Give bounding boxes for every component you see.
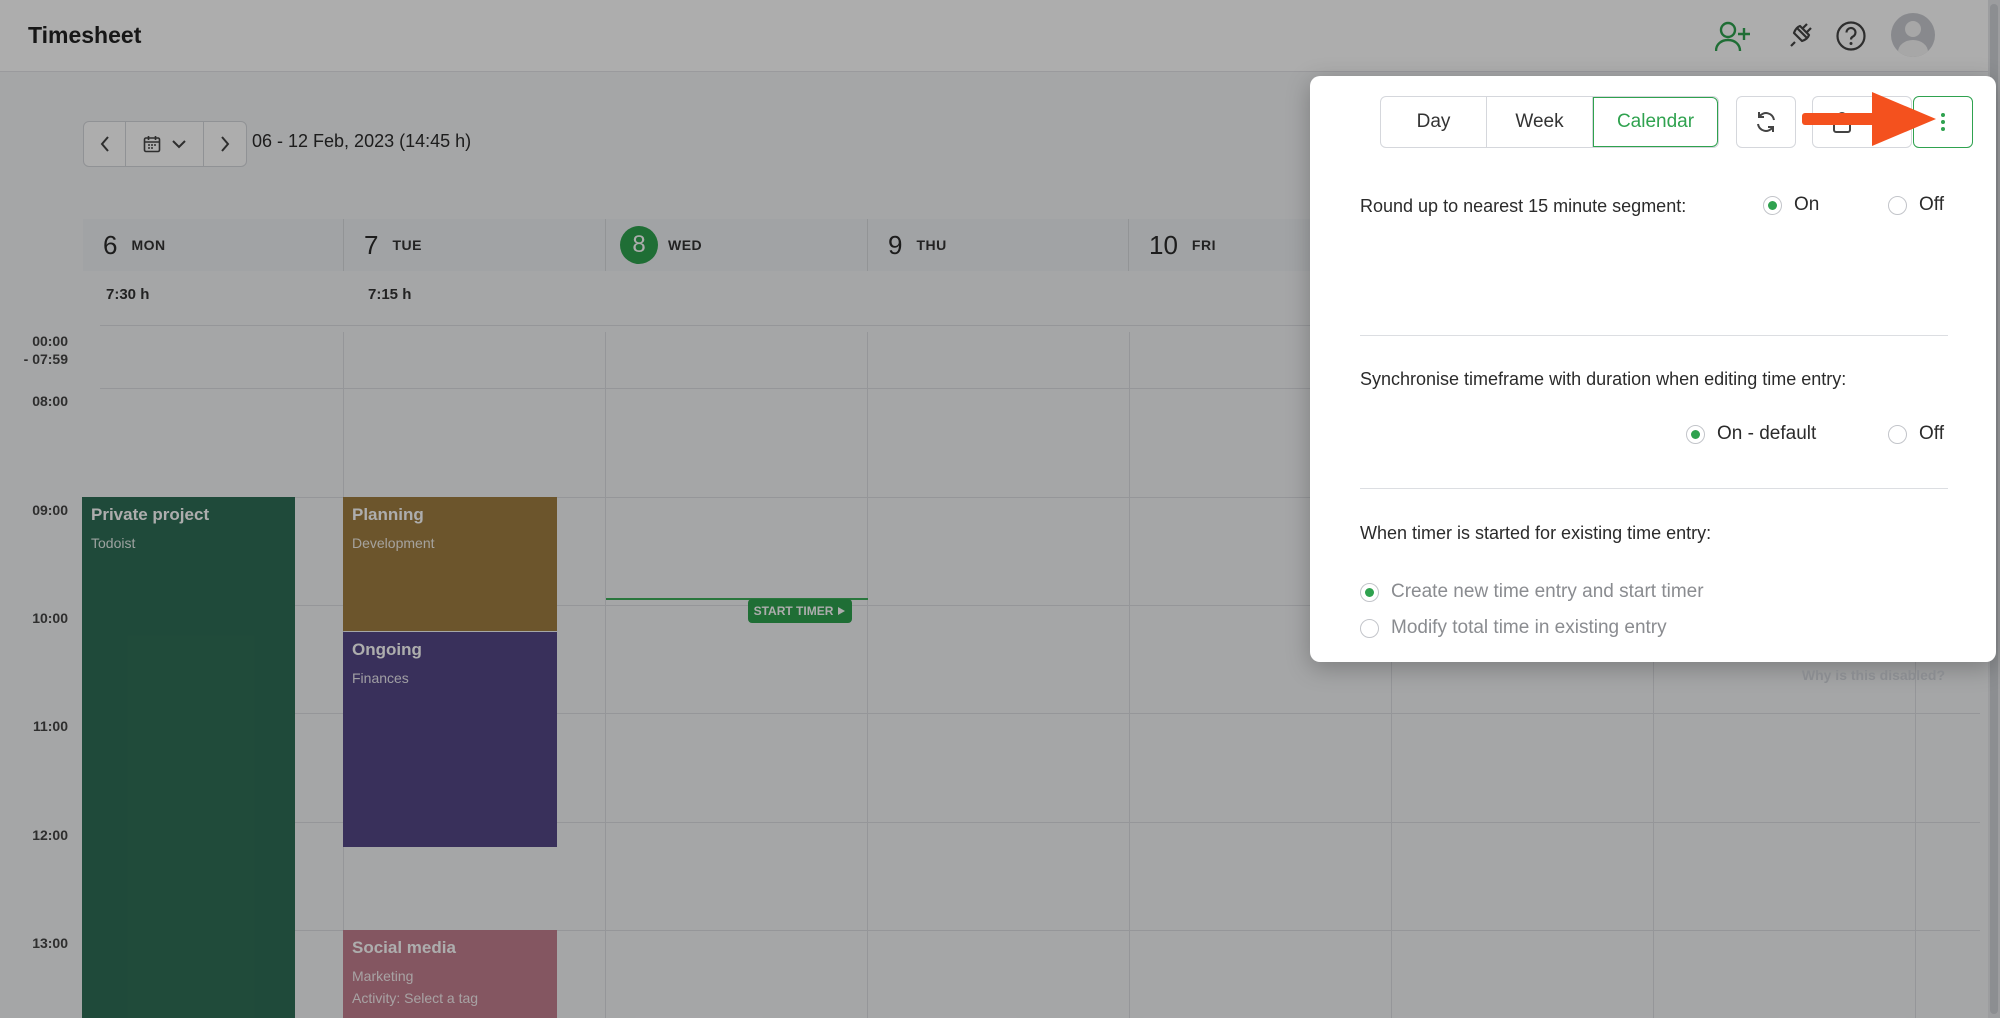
setting-timer-label: When timer is started for existing time … — [1360, 523, 1712, 543]
setting-round-up-label: Round up to nearest 15 minute segment: — [1360, 196, 1687, 216]
setting-sync-label: Synchronise timeframe with duration when… — [1360, 369, 1847, 389]
radio-round-up-on[interactable]: On — [1763, 194, 1819, 216]
kebab-menu-icon — [1941, 113, 1945, 131]
radio-sync-on[interactable]: On - default — [1686, 423, 1816, 445]
refresh-icon — [1757, 112, 1775, 132]
view-switcher: Day Week Calendar — [1380, 96, 1719, 148]
radio-dot — [1360, 582, 1379, 602]
radio-sync-off[interactable]: Off — [1888, 423, 1944, 445]
radio-round-up-off[interactable]: Off — [1888, 194, 1944, 216]
radio-dot — [1888, 195, 1907, 215]
radio-modify-existing-entry[interactable]: Modify total time in existing entry — [1360, 617, 1667, 639]
why-disabled-link[interactable]: Why is this disabled? — [1802, 667, 1945, 683]
tab-week[interactable]: Week — [1487, 97, 1593, 147]
divider — [1360, 488, 1948, 489]
radio-create-new-entry[interactable]: Create new time entry and start timer — [1360, 581, 1704, 603]
radio-dot — [1360, 618, 1379, 638]
radio-dot — [1763, 195, 1782, 215]
tab-calendar[interactable]: Calendar — [1593, 97, 1718, 147]
calendar-settings-popup: Day Week Calendar Round up to nearest 15… — [1310, 76, 1996, 683]
divider — [1360, 335, 1948, 336]
annotation-arrow-icon — [1802, 92, 1936, 146]
refresh-button[interactable] — [1736, 96, 1796, 148]
tab-day[interactable]: Day — [1381, 97, 1487, 147]
settings-panel: Round up to nearest 15 minute segment: O… — [1333, 161, 1973, 683]
radio-dot — [1686, 424, 1705, 444]
radio-dot — [1888, 424, 1907, 444]
